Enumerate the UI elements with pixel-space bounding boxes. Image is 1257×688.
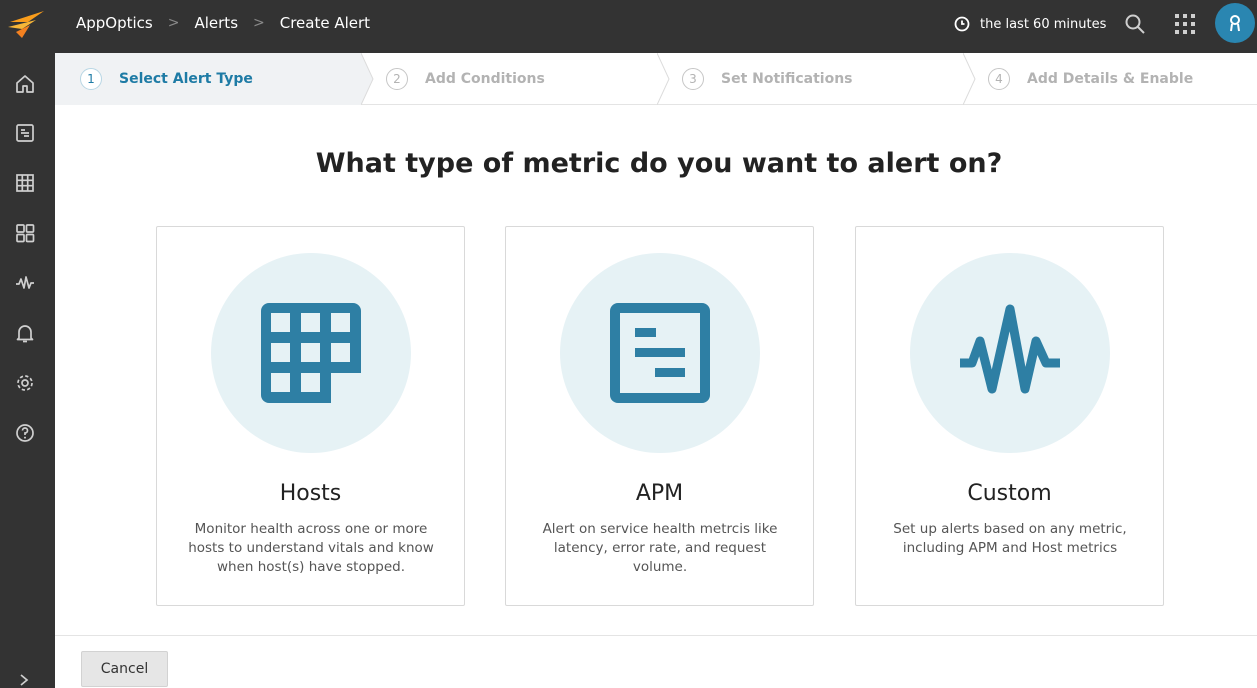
step-number: 4 xyxy=(988,68,1010,90)
time-range-label: the last 60 minutes xyxy=(980,16,1107,32)
user-icon xyxy=(1230,15,1240,32)
breadcrumb: AppOptics > Alerts > Create Alert xyxy=(76,0,370,46)
step-add-conditions[interactable]: 2 Add Conditions xyxy=(386,53,656,105)
step-add-details-enable[interactable]: 4 Add Details & Enable xyxy=(988,53,1248,105)
breadcrumb-create-alert: Create Alert xyxy=(279,14,371,32)
clock-icon xyxy=(954,16,970,32)
metric-card-custom[interactable]: Custom Set up alerts based on any metric… xyxy=(855,226,1164,606)
home-icon[interactable] xyxy=(14,73,36,95)
dashboard-icon[interactable] xyxy=(14,222,36,244)
metric-card-hosts[interactable]: Hosts Monitor health across one or more … xyxy=(156,226,465,606)
card-description: Monitor health across one or more hosts … xyxy=(188,521,434,575)
step-number: 3 xyxy=(682,68,704,90)
page-title: What type of metric do you want to alert… xyxy=(315,148,1003,179)
search-icon[interactable] xyxy=(1123,12,1147,36)
cancel-button[interactable]: Cancel xyxy=(81,651,168,687)
step-label: Add Details & Enable xyxy=(1027,71,1194,87)
footer-divider xyxy=(55,635,1257,636)
hosts-grid-icon xyxy=(261,303,361,403)
step-set-notifications[interactable]: 3 Set Notifications xyxy=(682,53,962,105)
wizard-stepper: 1 Select Alert Type 2 Add Conditions 3 S… xyxy=(55,53,1257,105)
icon-circle xyxy=(910,253,1110,453)
grid-icon[interactable] xyxy=(14,172,36,194)
user-avatar[interactable] xyxy=(1215,3,1255,43)
chevron-right-icon[interactable] xyxy=(17,673,31,687)
top-bar: AppOptics > Alerts > Create Alert the la… xyxy=(0,0,1257,53)
step-divider-icon xyxy=(963,53,976,105)
card-description: Alert on service health metrcis like lat… xyxy=(542,521,778,575)
icon-circle xyxy=(211,253,411,453)
sidebar xyxy=(0,53,55,688)
breadcrumb-appoptics[interactable]: AppOptics xyxy=(76,14,153,32)
time-range-picker[interactable]: the last 60 minutes xyxy=(954,14,1106,34)
pulse-icon[interactable] xyxy=(14,272,36,294)
step-select-alert-type[interactable]: 1 Select Alert Type xyxy=(55,53,361,105)
step-label: Add Conditions xyxy=(425,71,545,87)
gear-icon[interactable] xyxy=(14,372,36,394)
step-divider-icon xyxy=(361,53,374,105)
card-title: Custom xyxy=(967,481,1052,506)
breadcrumb-separator-icon: > xyxy=(253,15,265,31)
card-title: Hosts xyxy=(279,481,342,506)
step-label: Set Notifications xyxy=(721,71,853,87)
breadcrumb-alerts[interactable]: Alerts xyxy=(194,14,238,32)
breadcrumb-separator-icon: > xyxy=(167,15,180,31)
custom-pulse-icon xyxy=(960,304,1060,394)
apps-grid-icon[interactable] xyxy=(1173,12,1197,36)
list-icon[interactable] xyxy=(14,122,36,144)
metric-card-apm[interactable]: APM Alert on service health metrcis like… xyxy=(505,226,814,606)
step-number: 1 xyxy=(80,68,102,90)
help-icon[interactable] xyxy=(14,422,36,444)
step-divider-icon xyxy=(657,53,670,105)
bell-icon[interactable] xyxy=(14,322,36,344)
card-description: Set up alerts based on any metric, inclu… xyxy=(893,521,1127,556)
card-title: APM xyxy=(635,481,684,506)
icon-circle xyxy=(560,253,760,453)
solarwinds-logo-icon[interactable] xyxy=(6,8,46,40)
step-number: 2 xyxy=(386,68,408,90)
apm-document-icon xyxy=(610,303,710,403)
step-label: Select Alert Type xyxy=(119,71,253,87)
